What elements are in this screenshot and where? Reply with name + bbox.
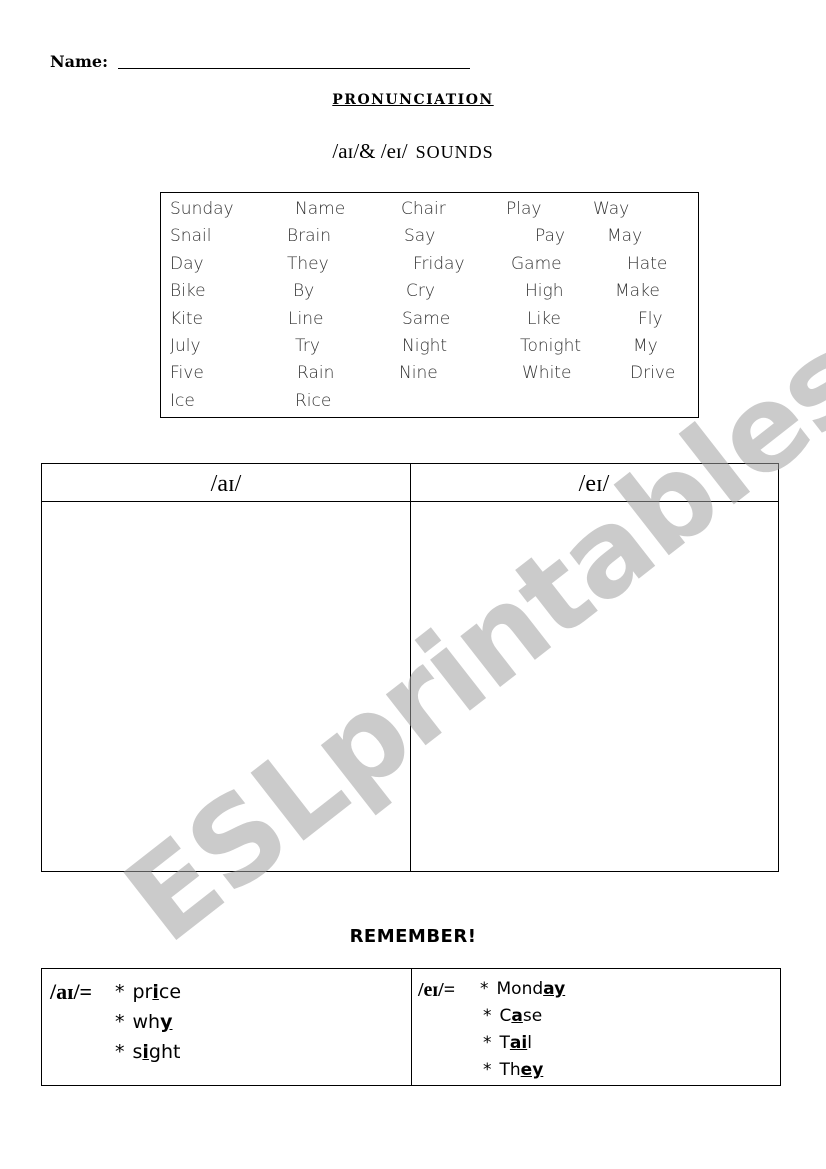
- word-item: Night: [402, 336, 448, 356]
- word-item: Kite: [170, 308, 203, 329]
- word-item: Nine: [399, 363, 438, 384]
- word-item: Game: [511, 253, 562, 274]
- word-item: Rice: [295, 390, 332, 411]
- example-word: * Tail: [483, 1033, 532, 1053]
- bullet-star: *: [483, 1033, 492, 1053]
- ai-rule-label: /aɪ/=: [50, 979, 93, 1004]
- word-item: Name: [295, 199, 346, 219]
- word-item: Drive: [630, 363, 676, 384]
- word-item: Hate: [627, 253, 668, 274]
- subtitle-ipa: /aɪ/& /eɪ/: [332, 139, 408, 163]
- word-item: Ice: [170, 390, 195, 411]
- ei-column-header: /eɪ/: [410, 464, 778, 502]
- word-item: July: [170, 336, 201, 356]
- highlighted-letters: y: [160, 1011, 173, 1033]
- bullet-star: *: [483, 1006, 492, 1026]
- name-input-line[interactable]: [118, 68, 470, 69]
- word-bank: Sunday Name Chair Play Way Snail Brain Say Pay Ma…: [160, 192, 699, 418]
- page-title: PRONUNCIATION: [332, 92, 494, 108]
- subtitle-sounds: SOUNDS: [415, 142, 494, 162]
- page-subtitle: /aɪ/& /eɪ/SOUNDS: [0, 139, 826, 164]
- highlighted-letters: ey: [520, 1060, 544, 1080]
- name-label: Name:: [50, 52, 109, 71]
- bullet-star: *: [483, 1060, 492, 1080]
- word-item: High: [525, 281, 564, 302]
- example-word: * why: [115, 1011, 173, 1033]
- word-item: Say: [404, 226, 436, 247]
- remember-heading: REMEMBER!: [349, 926, 477, 947]
- highlighted-letters: ai: [509, 1033, 528, 1053]
- word-item: Play: [506, 199, 542, 219]
- ai-answer-area[interactable]: [42, 502, 410, 871]
- word-item: Cry: [406, 281, 435, 302]
- example-word: * sight: [115, 1041, 181, 1063]
- ei-answer-area[interactable]: [411, 502, 778, 871]
- word-item: Way: [593, 199, 630, 219]
- example-word: * Case: [483, 1006, 543, 1026]
- ei-rule-label: /eɪ/=: [418, 979, 456, 1001]
- word-item: Same: [402, 308, 451, 329]
- word-item: Snail: [170, 226, 212, 247]
- word-item: Try: [295, 336, 320, 356]
- word-item: Make: [615, 281, 660, 302]
- word-item: Like: [527, 308, 561, 329]
- ei-rule-cell: /eɪ/= * Monday * Case * Tail * They: [412, 969, 780, 1085]
- word-item: Friday: [413, 253, 465, 274]
- example-word: * price: [115, 981, 182, 1003]
- word-item: Fly: [638, 308, 663, 329]
- example-word: * Monday: [480, 979, 566, 999]
- remember-table: /aɪ/= * price * why * sight /eɪ/= * Monday * Cas…: [41, 968, 781, 1086]
- ai-column-header: /aɪ/: [42, 464, 410, 502]
- word-item: By: [293, 281, 315, 302]
- bullet-star: *: [115, 981, 125, 1003]
- word-item: Bike: [170, 281, 206, 302]
- word-item: Day: [170, 253, 204, 274]
- bullet-star: *: [115, 1041, 125, 1063]
- word-item: Line: [288, 308, 324, 329]
- word-item: Brain: [287, 226, 332, 247]
- word-item: Tonight: [520, 336, 582, 356]
- word-item: May: [607, 226, 643, 247]
- word-item: Five: [170, 363, 204, 384]
- word-item: Chair: [401, 199, 446, 219]
- word-item: White: [522, 363, 572, 384]
- word-item: Pay: [535, 226, 565, 247]
- highlighted-letters: ay: [543, 979, 566, 999]
- bullet-star: *: [115, 1011, 125, 1033]
- word-item: My: [633, 336, 658, 356]
- word-item: They: [287, 253, 329, 274]
- ai-rule-cell: /aɪ/= * price * why * sight: [42, 969, 411, 1085]
- bullet-star: *: [480, 979, 489, 999]
- word-item: Sunday: [170, 199, 234, 219]
- example-word: * They: [483, 1060, 544, 1080]
- sorting-table: /aɪ/ /eɪ/: [41, 463, 779, 872]
- word-item: Rain: [297, 363, 335, 384]
- highlighted-letters: a: [511, 1006, 523, 1026]
